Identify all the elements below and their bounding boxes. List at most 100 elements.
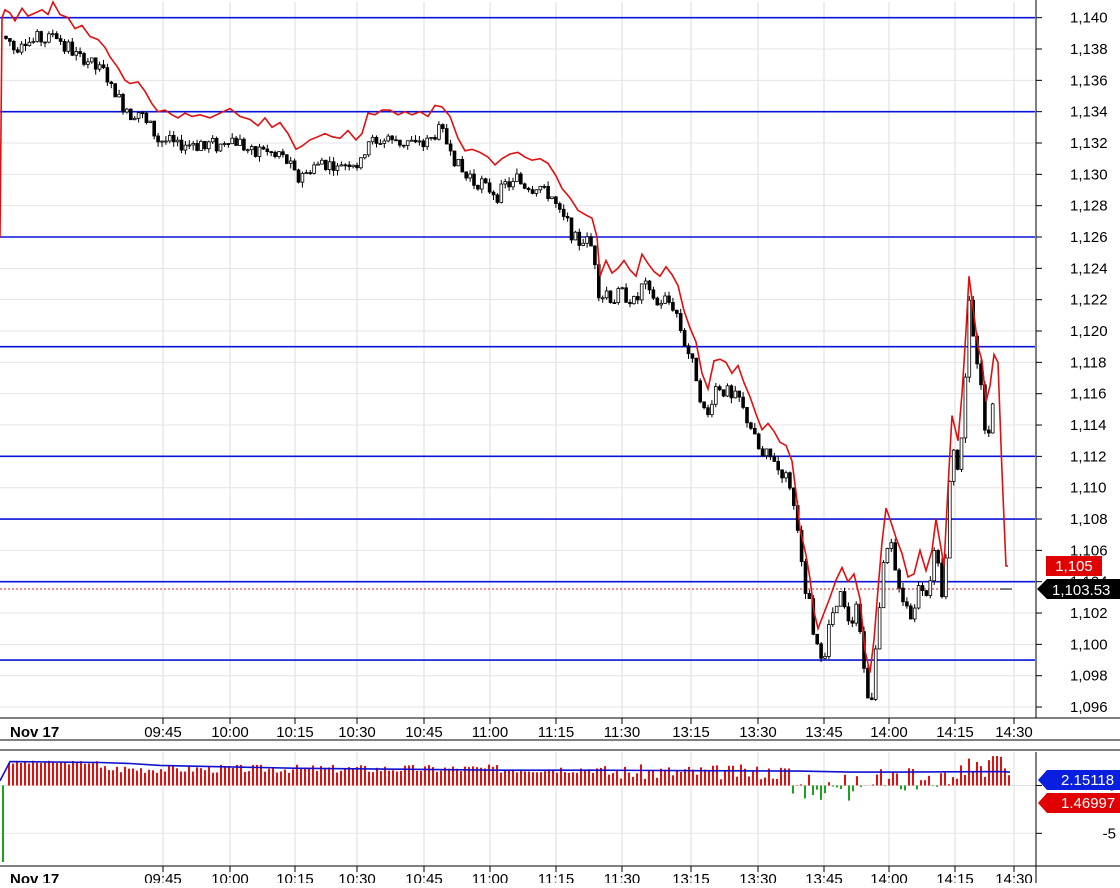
osc-bar-positive [240, 765, 242, 786]
osc-bar-positive [428, 765, 430, 785]
candle-body [496, 195, 499, 202]
candle-body [543, 186, 546, 187]
osc-bar-positive [908, 768, 910, 785]
candle-body [855, 604, 858, 623]
candle-body [399, 140, 402, 145]
osc-bar-negative [932, 785, 934, 786]
candle-body [519, 174, 522, 184]
osc-tag-value-label: 1.46997 [1061, 795, 1115, 812]
osc-xtick-label: 10:45 [405, 871, 443, 883]
osc-bar-negative [900, 785, 902, 789]
osc-bar-negative [836, 785, 838, 787]
red-line [0, 2, 1008, 673]
candle-body [391, 136, 394, 140]
price-tick-label: 1,122 [1070, 292, 1108, 309]
candle-body [668, 296, 671, 302]
osc-bar-positive [288, 773, 290, 786]
osc-bar-positive [304, 768, 306, 786]
candle-body [516, 174, 519, 182]
candle-body [110, 82, 113, 84]
price-tick-label: 1,118 [1070, 354, 1106, 371]
osc-bar-positive [200, 768, 202, 785]
osc-bar-positive [180, 771, 182, 785]
candle-body [672, 302, 675, 310]
osc-bar-positive [688, 767, 690, 786]
osc-bar-positive [772, 779, 774, 786]
candle-body [831, 613, 834, 625]
osc-bar-positive [808, 775, 810, 786]
candle-body [711, 404, 714, 414]
price-xtick-label: 13:15 [672, 724, 710, 741]
candle-body [742, 397, 745, 407]
osc-bar-positive [564, 772, 566, 785]
price-tick-label: 1,114 [1070, 417, 1106, 434]
candle-body [12, 41, 15, 50]
osc-bar-positive [532, 772, 534, 785]
osc-bar-positive [388, 771, 390, 786]
osc-bar-positive [940, 773, 942, 785]
candle-body [137, 113, 140, 119]
osc-xtick-label: 13:30 [739, 871, 777, 883]
osc-bar-positive [220, 765, 222, 786]
candle-body [500, 184, 503, 202]
osc-bar-positive [684, 769, 686, 785]
osc-bar-positive [308, 768, 310, 786]
candle-body [527, 188, 530, 189]
candle-body [40, 32, 43, 42]
osc-bar-positive [496, 765, 498, 785]
candle-body [250, 147, 253, 150]
candle-body [239, 139, 242, 145]
osc-bar-positive [672, 775, 674, 785]
osc-bar-positive [152, 770, 154, 785]
osc-bar-positive [448, 769, 450, 786]
red-line-path [0, 2, 1008, 673]
osc-bar-positive [632, 777, 634, 786]
price-tick-label: 1,140 [1070, 10, 1108, 27]
candle-body [453, 151, 456, 166]
osc-bar-positive [64, 762, 66, 786]
candle-body [722, 390, 725, 396]
osc-bar-positive [756, 767, 758, 786]
candle-body [219, 144, 222, 151]
osc-date-label: Nov 17 [10, 871, 59, 883]
price-tick-label: 1,130 [1070, 166, 1108, 183]
osc-bar-positive [616, 771, 618, 785]
candle-body [777, 461, 780, 470]
candle-body [960, 438, 963, 469]
osc-bar-positive [136, 771, 138, 786]
osc-bar-positive [628, 773, 630, 786]
candle-body [278, 152, 281, 157]
candle-body [126, 109, 129, 112]
candle-body [968, 300, 971, 377]
osc-xtick-label: 14:00 [870, 871, 908, 883]
candle-body [539, 186, 542, 189]
candle-body [161, 141, 164, 142]
candle-body [488, 183, 491, 192]
osc-bar-positive [28, 763, 30, 785]
osc-bar-positive [168, 765, 170, 786]
candle-body [165, 141, 168, 142]
candle-body [114, 84, 117, 97]
osc-bar-positive [192, 772, 194, 786]
candle-body [387, 136, 390, 141]
candle-body [133, 118, 136, 119]
osc-bar-positive [704, 770, 706, 786]
candle-body [402, 145, 405, 146]
candle-body [243, 139, 246, 150]
candle-body [660, 303, 663, 305]
osc-bar-positive [88, 764, 90, 786]
candle-body [558, 204, 561, 210]
candle-body [449, 144, 452, 151]
osc-bar-positive [328, 768, 330, 786]
osc-bar-positive [828, 782, 830, 785]
osc-bar-positive [960, 765, 962, 785]
osc-bar-positive [300, 769, 302, 786]
candle-body [714, 387, 717, 405]
candle-body [75, 52, 78, 56]
candle-body [738, 391, 741, 397]
candle-body [878, 608, 881, 649]
osc-bar-positive [392, 770, 394, 785]
osc-bar-positive [412, 765, 414, 785]
candle-body [707, 408, 710, 415]
osc-bar-positive [156, 773, 158, 786]
